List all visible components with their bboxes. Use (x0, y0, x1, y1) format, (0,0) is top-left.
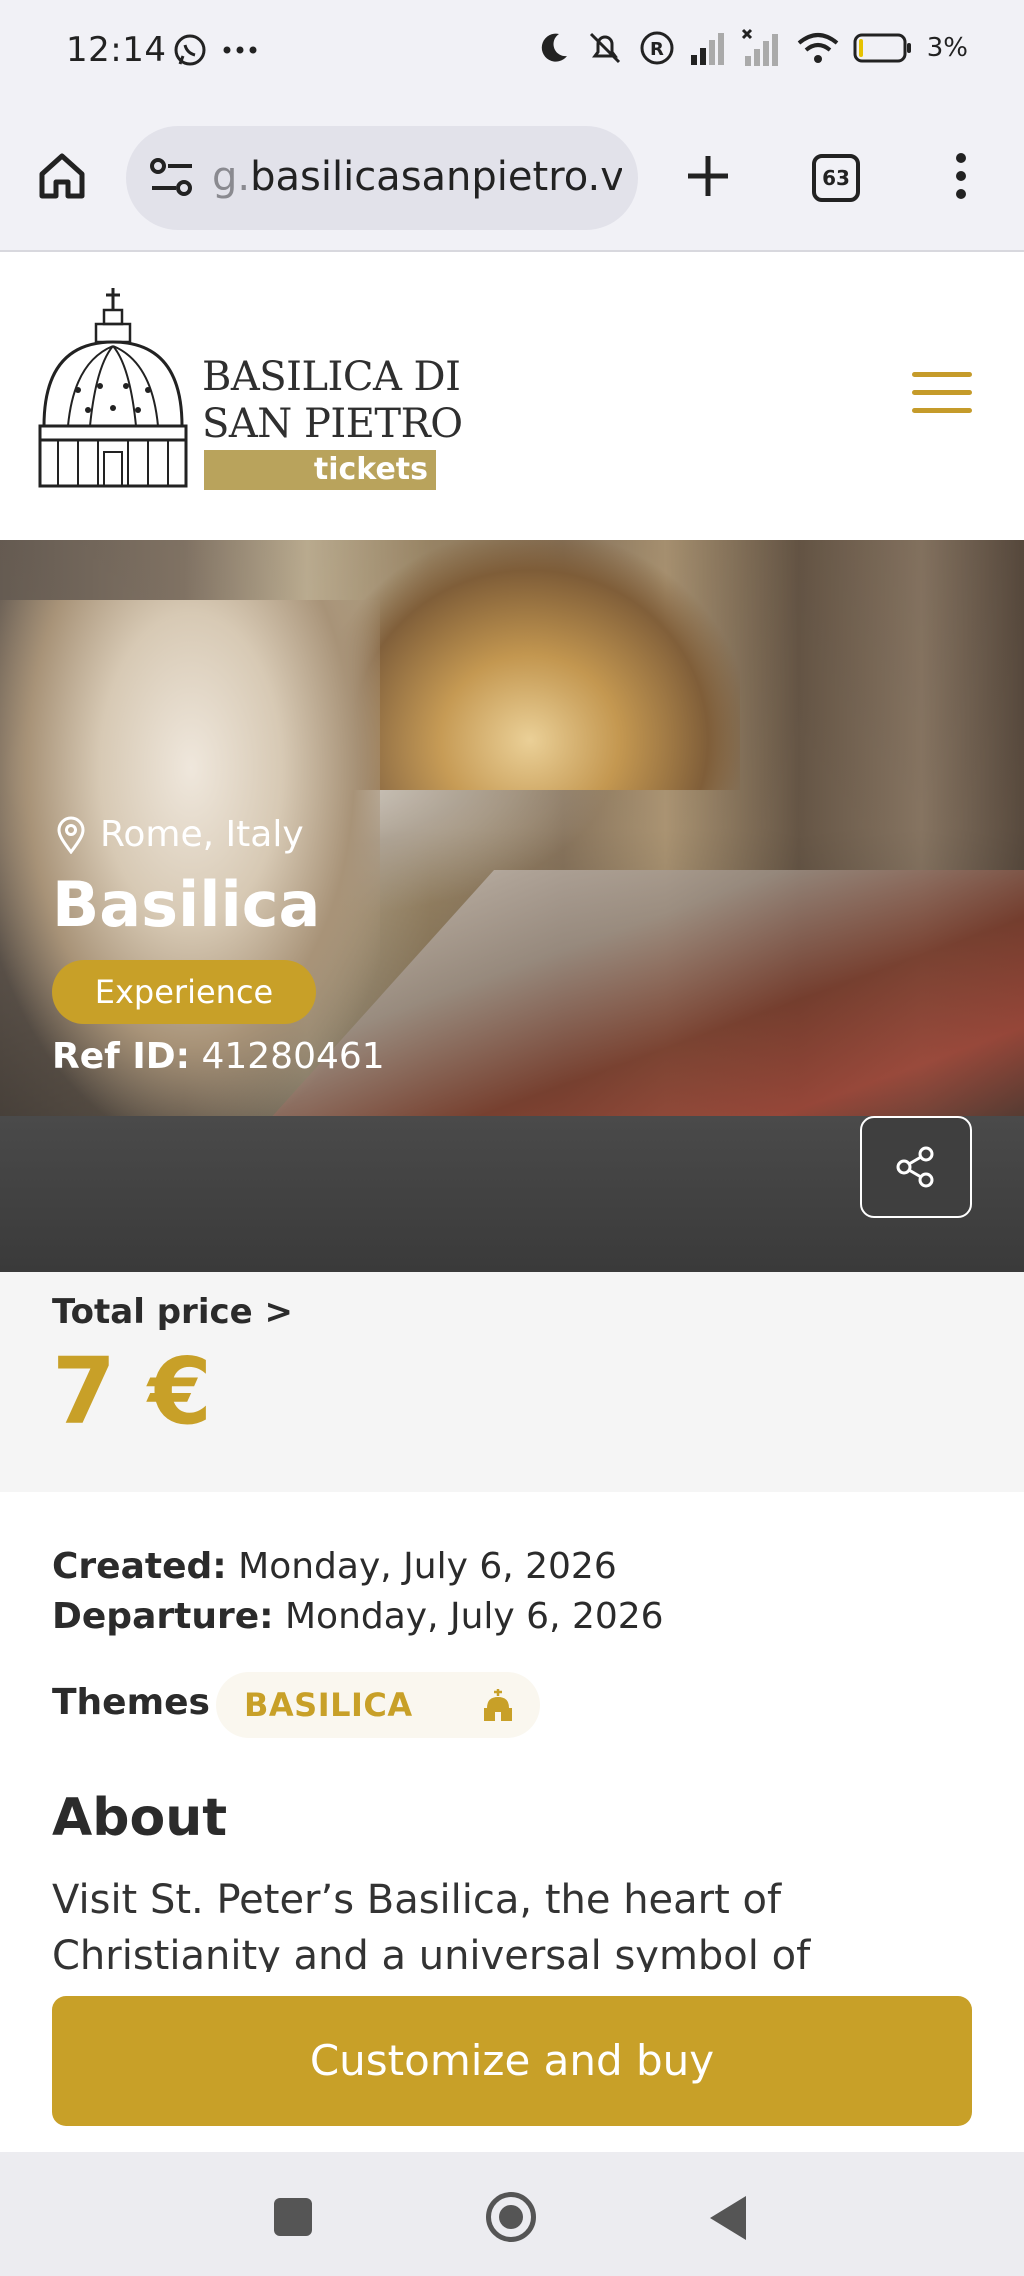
logo-title-line2[interactable]: SAN PIETRO (202, 401, 463, 447)
tab-count: 63 (822, 166, 850, 190)
site-settings-icon[interactable] (148, 156, 196, 200)
do-not-disturb-moon-icon (541, 33, 567, 62)
share-button[interactable] (860, 1116, 972, 1218)
basilica-dome-logo-icon[interactable] (38, 286, 188, 492)
recents-button[interactable] (274, 2198, 312, 2236)
battery-icon (853, 33, 911, 63)
customize-and-buy-button[interactable]: Customize and buy (52, 1996, 972, 2126)
created-row: Created: Monday, July 6, 2026 (52, 1546, 617, 1587)
hamburger-line (912, 390, 972, 395)
experience-badge: Experience (52, 960, 316, 1024)
share-icon (896, 1146, 934, 1188)
total-price-value: 7 € (52, 1338, 213, 1445)
departure-value: Monday, July 6, 2026 (284, 1596, 664, 1637)
product-title: Basilica (52, 868, 321, 941)
about-heading: About (52, 1788, 228, 1848)
created-label: Created: (52, 1546, 227, 1587)
url-domain: basilicasanpietro.va (250, 154, 622, 200)
site-header: BASILICA DI SAN PIETRO tickets (0, 254, 1024, 540)
created-value: Monday, July 6, 2026 (238, 1546, 617, 1587)
tab-switcher-button[interactable]: 63 (812, 154, 860, 202)
browser-toolbar: g.basilicasanpietro.va 63 (0, 104, 1024, 252)
theme-chip[interactable]: BASILICA (216, 1672, 540, 1738)
status-left-icons (172, 32, 258, 68)
hamburger-line (912, 408, 972, 413)
location-row: Rome, Italy (56, 814, 304, 855)
new-tab-plus-icon[interactable] (682, 150, 734, 202)
status-bar: 12:14 R 3% (0, 0, 1024, 104)
hamburger-line (912, 372, 972, 377)
home-button[interactable] (486, 2192, 536, 2242)
basilica-dome-icon (484, 1689, 512, 1721)
url-prefix: g. (212, 154, 251, 200)
price-block: Total price > 7 € (0, 1272, 1024, 1492)
registered-icon: R (640, 31, 674, 65)
more-notifications-icon (223, 46, 257, 54)
url-text[interactable]: g.basilicasanpietro.va (212, 154, 622, 200)
signal-no-service-icon (741, 28, 778, 66)
ref-id-label: Ref ID: (52, 1036, 191, 1077)
logo-tickets-tag[interactable]: tickets (204, 450, 436, 490)
themes-label: Themes (52, 1682, 210, 1723)
about-text: Visit St. Peter’s Basilica, the heart of… (52, 1877, 811, 1972)
home-icon[interactable] (36, 150, 88, 202)
ref-id-value: 41280461 (201, 1036, 385, 1077)
location-text: Rome, Italy (100, 814, 304, 855)
address-bar[interactable]: g.basilicasanpietro.va (126, 126, 638, 230)
back-button[interactable] (710, 2196, 746, 2240)
svg-text:R: R (650, 39, 664, 60)
hamburger-menu-icon[interactable] (912, 372, 972, 418)
location-pin-icon (57, 816, 85, 854)
departure-label: Departure: (52, 1596, 274, 1637)
wifi-icon (797, 33, 839, 63)
browser-menu-icon[interactable] (950, 150, 972, 202)
departure-row: Departure: Monday, July 6, 2026 (52, 1596, 664, 1637)
signal-icon (690, 33, 724, 65)
hero-image: Rome, Italy Basilica Experience Ref ID: … (0, 540, 1024, 1116)
battery-percent: 3% (926, 33, 968, 63)
status-time: 12:14 (66, 30, 167, 70)
muted-bell-icon (589, 32, 620, 64)
total-price-link[interactable]: Total price > (52, 1292, 293, 1332)
whatsapp-icon (174, 34, 206, 66)
theme-chip-label: BASILICA (244, 1686, 413, 1724)
status-right-icons: R 3% (535, 28, 968, 68)
hero-vault-light (320, 540, 740, 790)
system-navigation-bar (0, 2152, 1024, 2276)
logo-title-line1[interactable]: BASILICA DI (202, 354, 461, 400)
ref-id: Ref ID: 41280461 (52, 1036, 385, 1077)
